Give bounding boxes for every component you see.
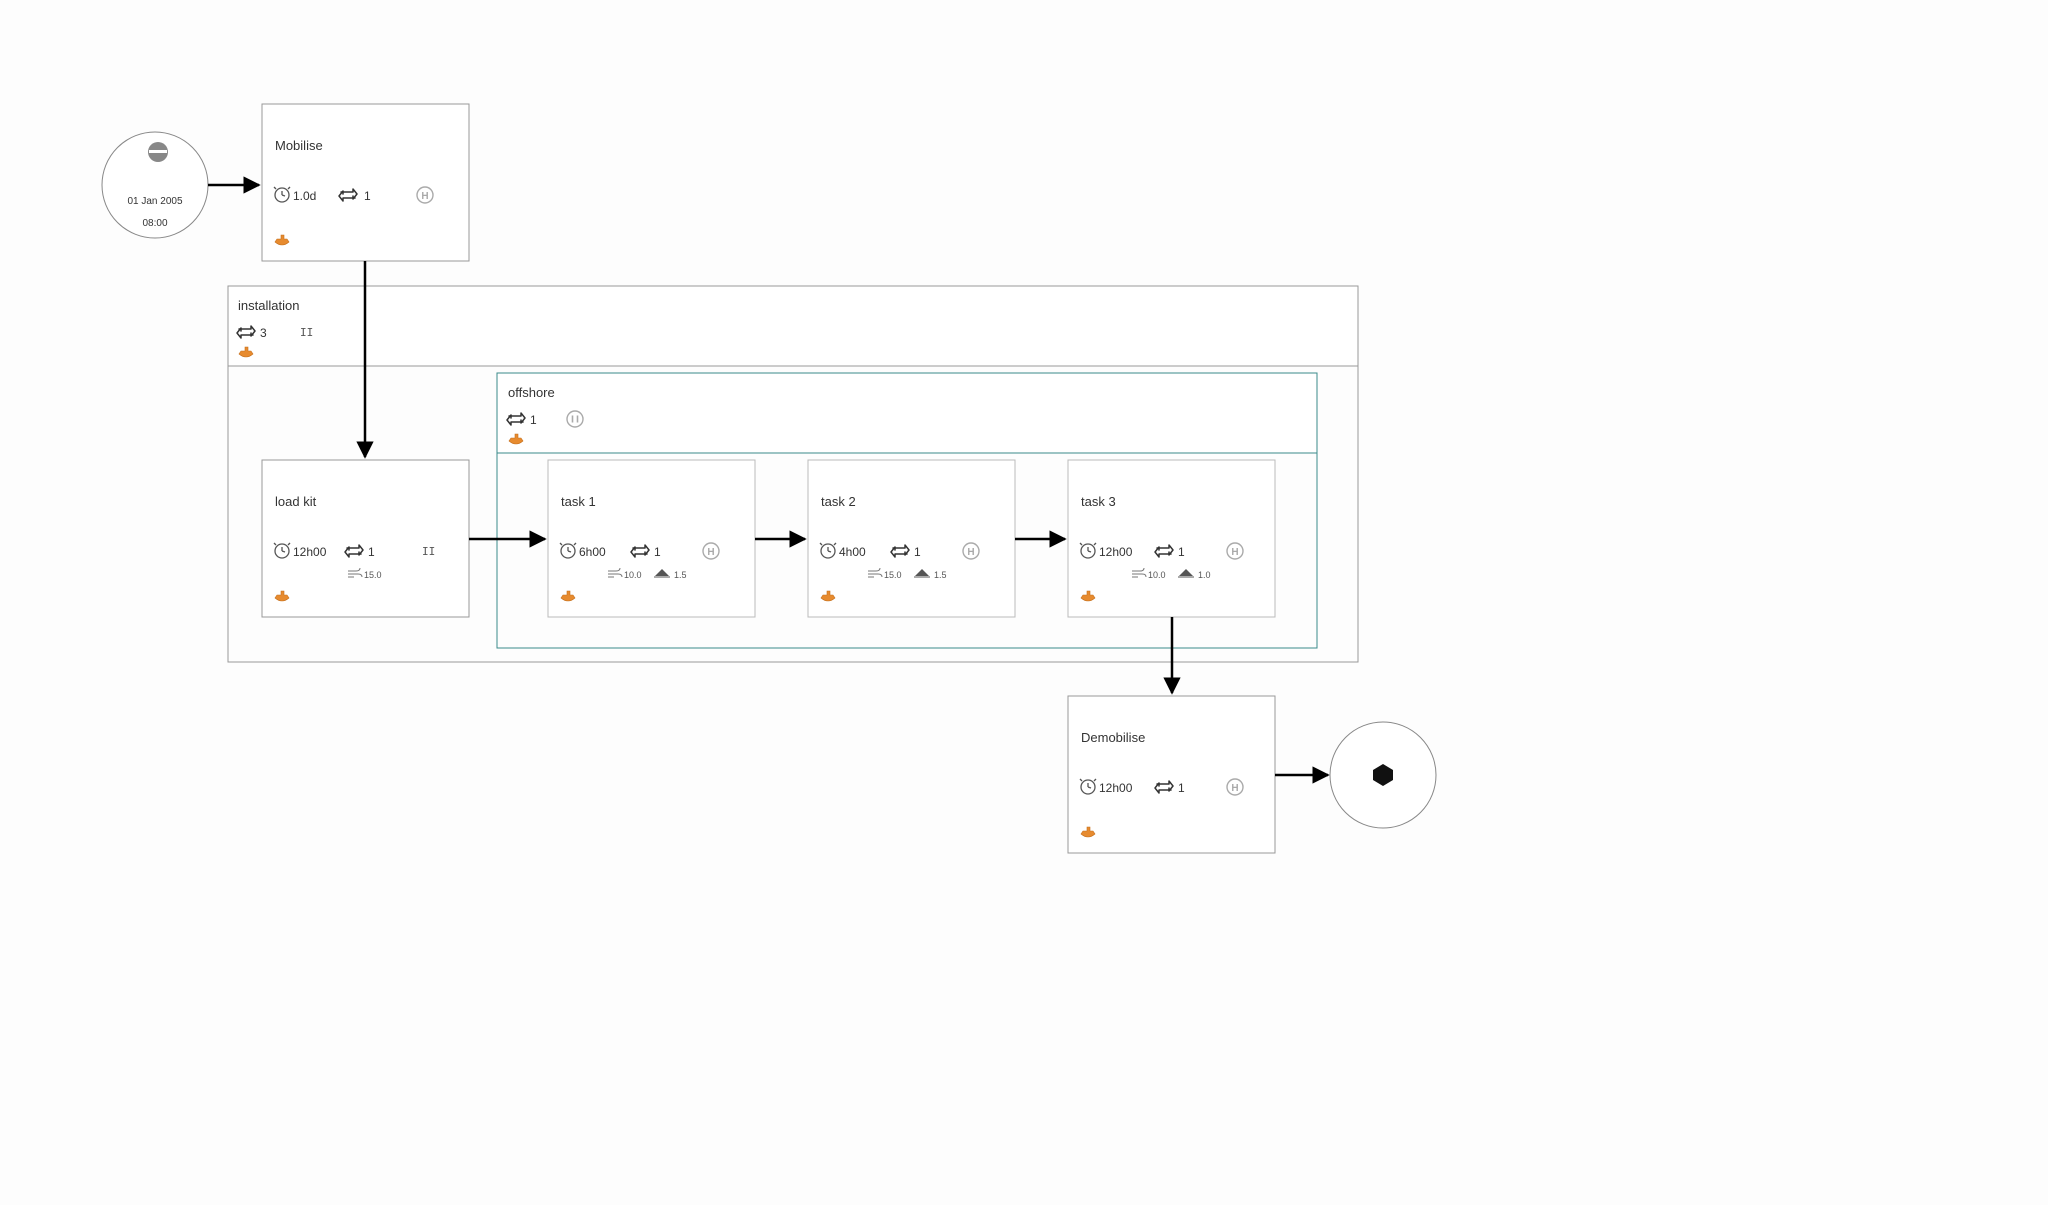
task2-duration: 4h00 [839, 545, 866, 559]
loadkit-repeat: 1 [368, 545, 375, 559]
task1-param2: 1.5 [674, 570, 687, 580]
process-diagram: H 01 Jan 2005 08:00 Mobilise 1.0d 1 inst… [0, 0, 2048, 1205]
task3-title: task 3 [1081, 494, 1116, 509]
task2-param1: 15.0 [884, 570, 902, 580]
installation-title: installation [238, 298, 299, 313]
demobilise-title: Demobilise [1081, 730, 1145, 745]
demobilise-repeat: 1 [1178, 781, 1185, 795]
demobilise-duration: 12h00 [1099, 781, 1133, 795]
task2-node[interactable]: task 2 4h00 1 15.0 1.5 [808, 460, 1015, 617]
task1-param1: 10.0 [624, 570, 642, 580]
mobilise-duration: 1.0d [293, 189, 316, 203]
task3-param1: 10.0 [1148, 570, 1166, 580]
task1-title: task 1 [561, 494, 596, 509]
mobilise-node[interactable]: Mobilise 1.0d 1 [262, 104, 469, 261]
loadkit-duration: 12h00 [293, 545, 327, 559]
task1-duration: 6h00 [579, 545, 606, 559]
loadkit-param1: 15.0 [364, 570, 382, 580]
loadkit-title: load kit [275, 494, 317, 509]
task3-duration: 12h00 [1099, 545, 1133, 559]
task2-repeat: 1 [914, 545, 921, 559]
start-date: 01 Jan 2005 [127, 196, 182, 207]
offshore-repeat: 1 [530, 413, 537, 427]
task3-node[interactable]: task 3 12h00 1 10.0 1.0 [1068, 460, 1275, 617]
task1-node[interactable]: task 1 6h00 1 10.0 1.5 [548, 460, 755, 617]
task2-title: task 2 [821, 494, 856, 509]
start-time: 08:00 [142, 218, 167, 229]
task1-repeat: 1 [654, 545, 661, 559]
pause-icon: II [422, 545, 435, 558]
start-node[interactable]: 01 Jan 2005 08:00 [102, 132, 208, 238]
demobilise-node[interactable]: Demobilise 12h00 1 [1068, 696, 1275, 853]
end-node[interactable] [1330, 722, 1436, 828]
mobilise-repeat: 1 [364, 189, 371, 203]
loadkit-node[interactable]: load kit 12h00 1 II 15.0 [262, 460, 469, 617]
installation-repeat: 3 [260, 326, 267, 340]
offshore-title: offshore [508, 385, 555, 400]
task3-param2: 1.0 [1198, 570, 1211, 580]
mobilise-title: Mobilise [275, 138, 323, 153]
task2-param2: 1.5 [934, 570, 947, 580]
pause-icon: II [300, 326, 313, 339]
task3-repeat: 1 [1178, 545, 1185, 559]
